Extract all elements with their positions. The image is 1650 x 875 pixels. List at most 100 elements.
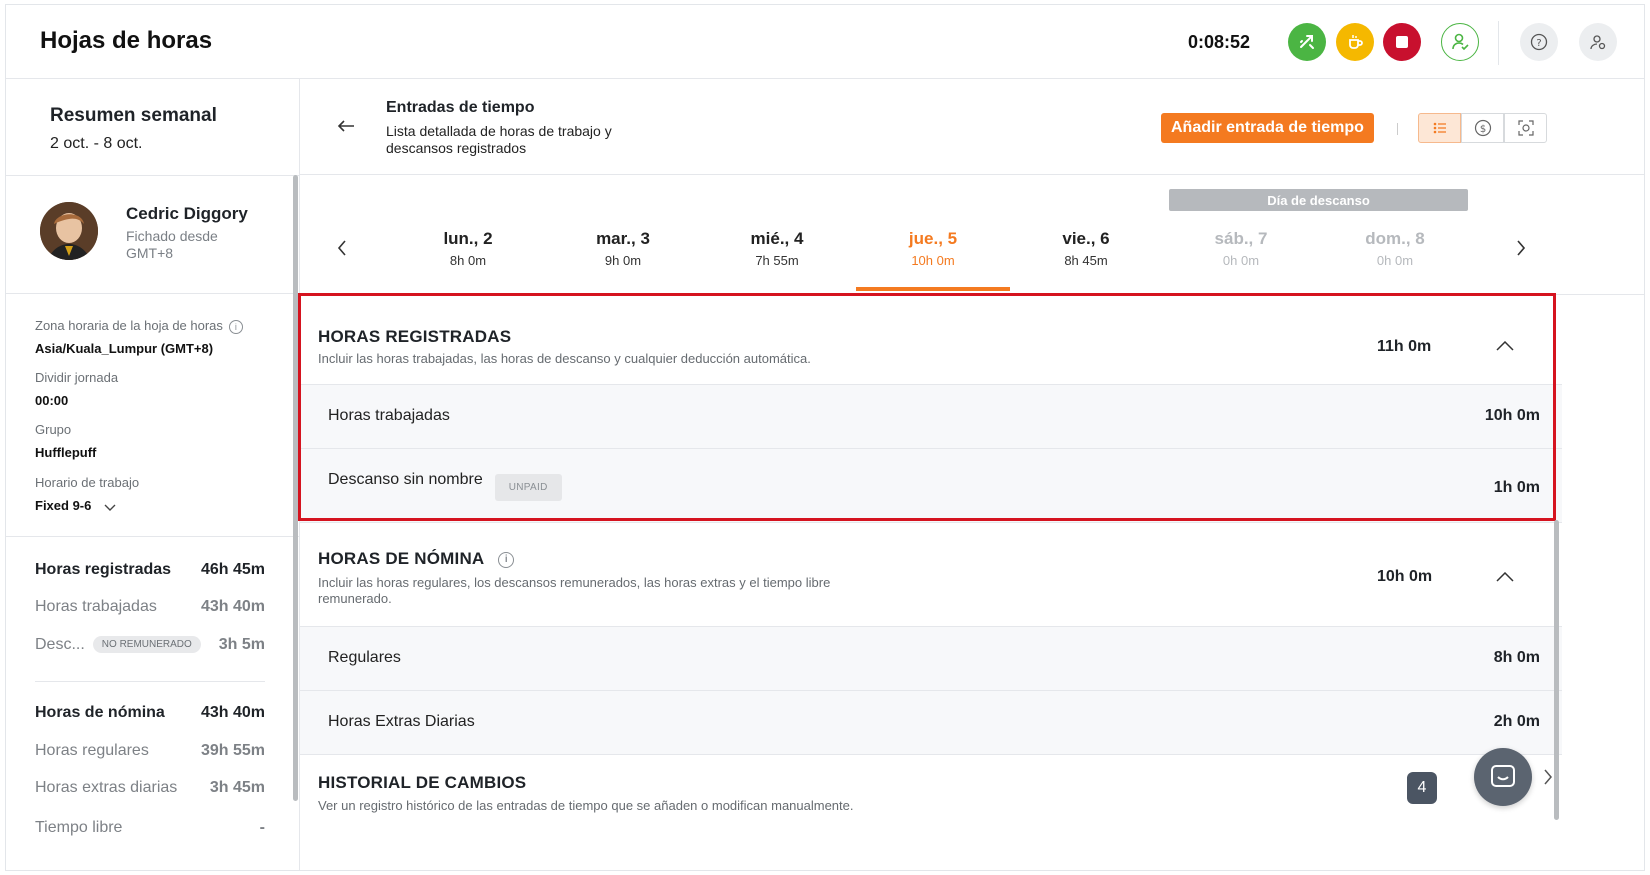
- chevron-left-icon: [337, 240, 346, 256]
- rest-day-banner: Día de descanso: [1169, 189, 1468, 211]
- stop-button[interactable]: [1383, 23, 1421, 61]
- weekly-range: 2 oct. - 8 oct.: [50, 135, 143, 152]
- day-label: dom., 8: [1365, 229, 1425, 248]
- tracked-row-worked: Horas trabajadas 10h 0m: [300, 385, 1562, 449]
- info-icon[interactable]: i: [228, 319, 243, 334]
- svg-text:?: ?: [1536, 38, 1541, 49]
- user-check-icon: [1452, 33, 1469, 51]
- history-count-badge: 4: [1407, 772, 1437, 804]
- list-icon: [1433, 122, 1446, 134]
- summary-tracked-value: 46h 45m: [200, 561, 265, 578]
- day-label: mar., 3: [596, 229, 650, 248]
- main-scrollbar[interactable]: [1554, 520, 1559, 820]
- change-history-description: Ver un registro histórico de las entrada…: [318, 798, 854, 813]
- day-hours: 9h 0m: [604, 253, 642, 268]
- timezone-value: Asia/Kuala_Lumpur (GMT+8): [35, 341, 214, 356]
- payroll-hours-total: 10h 0m: [1377, 568, 1433, 585]
- day-label: lun., 2: [443, 229, 493, 248]
- user-settings-icon: [1590, 35, 1606, 50]
- add-time-entry-button[interactable]: Añadir entrada de tiempo: [1161, 113, 1374, 143]
- summary-payroll-label: Horas de nómina: [35, 704, 165, 721]
- time-entries-description: Lista detallada de horas de trabajo y de…: [386, 123, 612, 156]
- chevron-up-icon[interactable]: [1496, 341, 1514, 351]
- toolbar-divider: [1397, 123, 1398, 135]
- weekly-summary-title: Resumen semanal: [50, 105, 217, 126]
- history-expand-button[interactable]: [1543, 768, 1553, 792]
- summary-worked-value: 43h 40m: [200, 598, 265, 615]
- day-tab-wed[interactable]: mié., 4 7h 55m: [700, 229, 854, 268]
- break-button[interactable]: [1336, 23, 1374, 61]
- group-label: Grupo: [35, 422, 72, 437]
- avatar-image: [40, 202, 98, 260]
- chevron-right-icon: [1544, 769, 1552, 785]
- day-hours: 8h 0m: [449, 253, 487, 268]
- tracked-hours-description: Incluir las horas trabajadas, las horas …: [318, 351, 811, 366]
- tracked-hours-section[interactable]: HORAS REGISTRADAS Incluir las horas trab…: [300, 297, 1562, 385]
- time-entries-header: Entradas de tiempo Lista detallada de ho…: [300, 79, 1644, 175]
- timer-display: 0:08:52: [1188, 32, 1251, 52]
- summary-regular-value: 39h 55m: [200, 742, 265, 759]
- user-name: Cedric Diggory: [126, 204, 248, 223]
- day-selector: Día de descanso lun., 2 8h 0m mar., 3 9h…: [300, 175, 1644, 295]
- row-value: 8h 0m: [1493, 649, 1540, 666]
- chevron-right-icon: [1517, 240, 1526, 256]
- chevron-up-icon[interactable]: [1496, 572, 1514, 582]
- payroll-hours-section[interactable]: HORAS DE NÓMINA i Incluir las horas regul…: [300, 527, 1562, 627]
- chat-button[interactable]: [1474, 748, 1532, 806]
- day-label: jue., 5: [908, 229, 958, 248]
- day-tab-mon[interactable]: lun., 2 8h 0m: [391, 229, 545, 268]
- row-value: 2h 0m: [1493, 713, 1540, 730]
- summary-divider: [35, 681, 265, 682]
- arrow-left-icon: [337, 120, 354, 132]
- change-history-section[interactable]: HISTORIAL DE CAMBIOS Ver un registro his…: [300, 755, 1562, 835]
- summary-break-row-label: Desc... NO REMUNERADO: [35, 636, 201, 654]
- day-tab-thu[interactable]: jue., 5 10h 0m: [856, 229, 1010, 268]
- user-check-button[interactable]: [1441, 23, 1479, 61]
- svg-text:$: $: [1479, 124, 1485, 135]
- day-tab-tue[interactable]: mar., 3 9h 0m: [546, 229, 700, 268]
- main-panel: Entradas de tiempo Lista detallada de ho…: [300, 79, 1644, 870]
- schedule-dropdown[interactable]: Fixed 9-6: [35, 498, 117, 513]
- day-tab-sat[interactable]: sáb., 7 0h 0m: [1164, 229, 1318, 268]
- schedule-value: Fixed 9-6: [35, 498, 92, 513]
- summary-timeoff-value: -: [259, 819, 265, 836]
- left-scrollbar[interactable]: [293, 175, 298, 801]
- user-status: Fichado desde GMT+8: [126, 228, 218, 261]
- top-bar: Hojas de horas 0:08:52 ?: [6, 5, 1644, 79]
- unpaid-badge: NO REMUNERADO: [92, 636, 201, 653]
- tracked-row-break: Descanso sin nombre UNPAID 1h 0m: [300, 449, 1562, 523]
- settings-button[interactable]: [1579, 23, 1617, 61]
- split-value: 00:00: [35, 393, 69, 408]
- help-icon: ?: [1530, 33, 1548, 51]
- switch-activity-button[interactable]: [1288, 23, 1326, 61]
- screenshot-view-button[interactable]: [1504, 113, 1547, 143]
- app-frame: Hojas de horas 0:08:52 ? Resumen semanal…: [5, 4, 1645, 871]
- info-icon[interactable]: i: [498, 551, 515, 568]
- switch-icon: [1300, 35, 1314, 49]
- prev-week-button[interactable]: [336, 237, 348, 263]
- help-button[interactable]: ?: [1520, 23, 1558, 61]
- pay-view-button[interactable]: $: [1461, 113, 1504, 143]
- day-tab-fri[interactable]: vie., 6 8h 45m: [1009, 229, 1163, 268]
- avatar[interactable]: [40, 202, 98, 260]
- summary-break-label: Desc...: [35, 636, 85, 653]
- header-divider: [1498, 21, 1499, 65]
- row-value: 10h 0m: [1484, 407, 1540, 424]
- weekly-summary-header: Resumen semanal 2 oct. - 8 oct.: [6, 79, 299, 176]
- day-label: vie., 6: [1062, 229, 1110, 248]
- summary-payroll-value: 43h 40m: [200, 704, 265, 721]
- next-week-button[interactable]: [1515, 237, 1527, 263]
- summary-overtime-value: 3h 45m: [209, 779, 265, 796]
- row-label: Descanso sin nombre: [328, 471, 483, 488]
- payroll-hours-description: Incluir las horas regulares, los descans…: [318, 575, 831, 606]
- tracked-hours-title: HORAS REGISTRADAS: [318, 327, 512, 346]
- back-button[interactable]: [336, 113, 356, 139]
- summary-tracked-label: Horas registradas: [35, 561, 172, 578]
- summary-break-value: 3h 5m: [218, 636, 265, 653]
- day-tab-sun[interactable]: dom., 8 0h 0m: [1318, 229, 1472, 268]
- chevron-down-icon: [104, 504, 116, 511]
- list-view-button[interactable]: [1418, 113, 1461, 143]
- payroll-row-overtime: Horas Extras Diarias 2h 0m: [300, 691, 1562, 755]
- payroll-row-regular: Regulares 8h 0m: [300, 627, 1562, 691]
- unpaid-tag: UNPAID: [494, 474, 562, 501]
